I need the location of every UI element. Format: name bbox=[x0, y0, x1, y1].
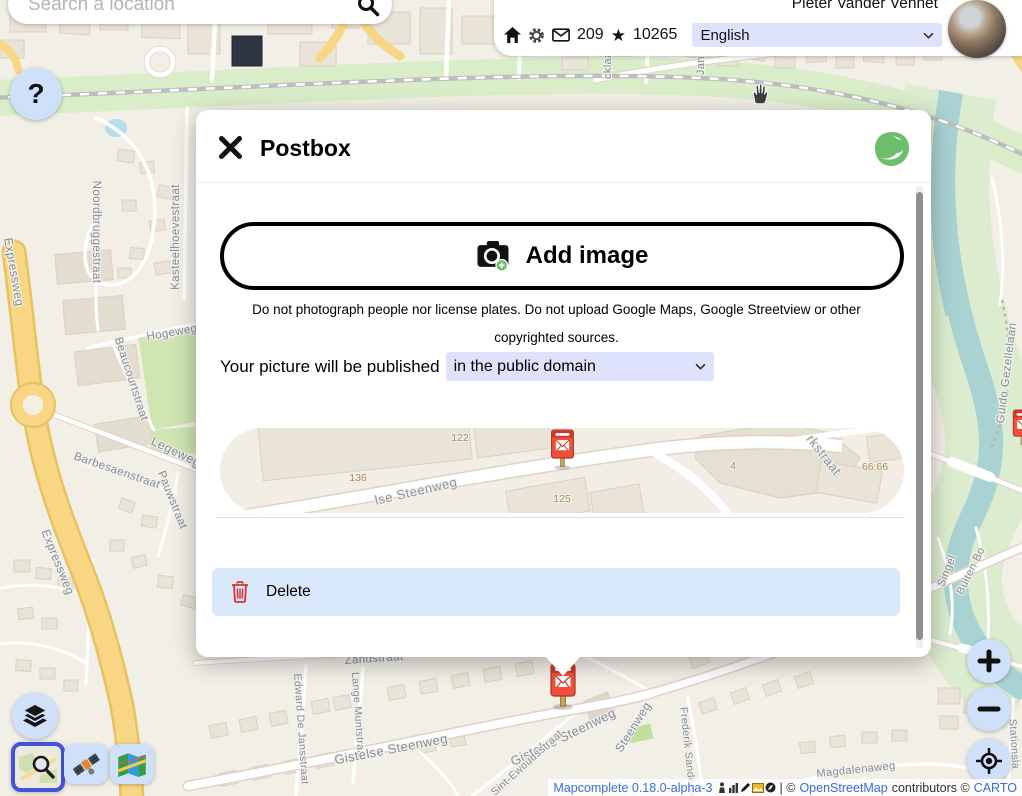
divider bbox=[216, 517, 905, 518]
search-icon[interactable] bbox=[356, 0, 380, 17]
user-panel: Pieter Vander Vennet 209 ★ 10265 English bbox=[494, 0, 1022, 56]
chevron-down-icon bbox=[695, 363, 706, 370]
language-select[interactable]: English bbox=[692, 23, 942, 47]
layers-button[interactable] bbox=[12, 693, 58, 739]
compass-icon bbox=[765, 782, 776, 793]
home-icon[interactable] bbox=[504, 27, 521, 43]
avatar[interactable] bbox=[948, 0, 1006, 58]
message-count: 209 bbox=[577, 26, 604, 44]
license-row: Your picture will be published in the pu… bbox=[220, 352, 714, 381]
postbox-marker-edge[interactable] bbox=[1010, 408, 1022, 453]
delete-button[interactable]: Delete bbox=[212, 568, 900, 616]
plus-icon bbox=[977, 649, 1001, 673]
dialog-header: Postbox bbox=[196, 110, 931, 183]
geolocate-button[interactable] bbox=[967, 739, 1011, 783]
user-name[interactable]: Pieter Vander Vennet bbox=[792, 0, 938, 13]
image-icon bbox=[752, 783, 764, 793]
minus-icon bbox=[977, 697, 1001, 721]
chevron-down-icon bbox=[923, 32, 934, 39]
close-icon[interactable] bbox=[217, 134, 244, 161]
camera-plus-icon bbox=[476, 240, 512, 272]
mapcomplete-logo-icon bbox=[873, 130, 911, 168]
map-style-osm-button[interactable] bbox=[11, 742, 65, 792]
satellite-icon bbox=[71, 749, 101, 779]
grab-hand-cursor bbox=[746, 80, 772, 111]
dialog-scrollbar-thumb[interactable] bbox=[916, 192, 923, 640]
layers-icon bbox=[21, 703, 49, 730]
mail-icon[interactable] bbox=[552, 28, 570, 42]
add-image-label: Add image bbox=[526, 242, 649, 270]
statue-icon bbox=[717, 782, 727, 793]
help-button[interactable]: ? bbox=[10, 68, 62, 120]
delete-label: Delete bbox=[266, 583, 311, 601]
zoom-out-button[interactable] bbox=[967, 687, 1011, 731]
map-style-map-button[interactable] bbox=[110, 744, 154, 784]
attribution-bar: Mapcomplete 0.18.0-alpha-3 | © OpenStree… bbox=[548, 779, 1022, 796]
star-count: 10265 bbox=[633, 26, 678, 44]
help-label: ? bbox=[27, 78, 44, 110]
crosshair-icon bbox=[976, 748, 1002, 774]
image-disclaimer: Do not photograph people nor license pla… bbox=[226, 296, 887, 352]
carto-link[interactable]: CARTO bbox=[974, 781, 1017, 795]
attribution-middle: contributors © bbox=[892, 781, 970, 795]
stats-icon bbox=[728, 782, 739, 793]
osm-style-icon bbox=[19, 751, 57, 783]
postbox-dialog: Postbox Add image Do not photograph peop… bbox=[196, 110, 931, 657]
dialog-pointer bbox=[544, 655, 582, 676]
minimap[interactable]: 122136125466:66lse Steenwegrkstraat bbox=[220, 428, 904, 513]
star-icon: ★ bbox=[611, 27, 626, 44]
license-prefix: Your picture will be published bbox=[220, 357, 440, 377]
attribution-separator: | © bbox=[780, 781, 796, 795]
pencil-icon bbox=[740, 782, 751, 793]
search-bar[interactable]: Search a location bbox=[8, 0, 392, 24]
add-image-button[interactable]: Add image bbox=[220, 222, 904, 290]
dialog-title: Postbox bbox=[260, 135, 351, 162]
map-style-satellite-button[interactable] bbox=[64, 744, 108, 784]
search-input[interactable]: Search a location bbox=[28, 0, 356, 16]
osm-link[interactable]: OpenStreetMap bbox=[799, 781, 887, 795]
attribution-icons bbox=[717, 782, 776, 793]
trash-icon bbox=[230, 581, 250, 603]
mapcomplete-version-link[interactable]: Mapcomplete 0.18.0-alpha-3 bbox=[553, 781, 712, 795]
license-select[interactable]: in the public domain bbox=[446, 352, 714, 381]
folded-map-icon bbox=[117, 752, 147, 777]
gear-icon[interactable] bbox=[528, 27, 545, 44]
zoom-in-button[interactable] bbox=[967, 639, 1011, 683]
